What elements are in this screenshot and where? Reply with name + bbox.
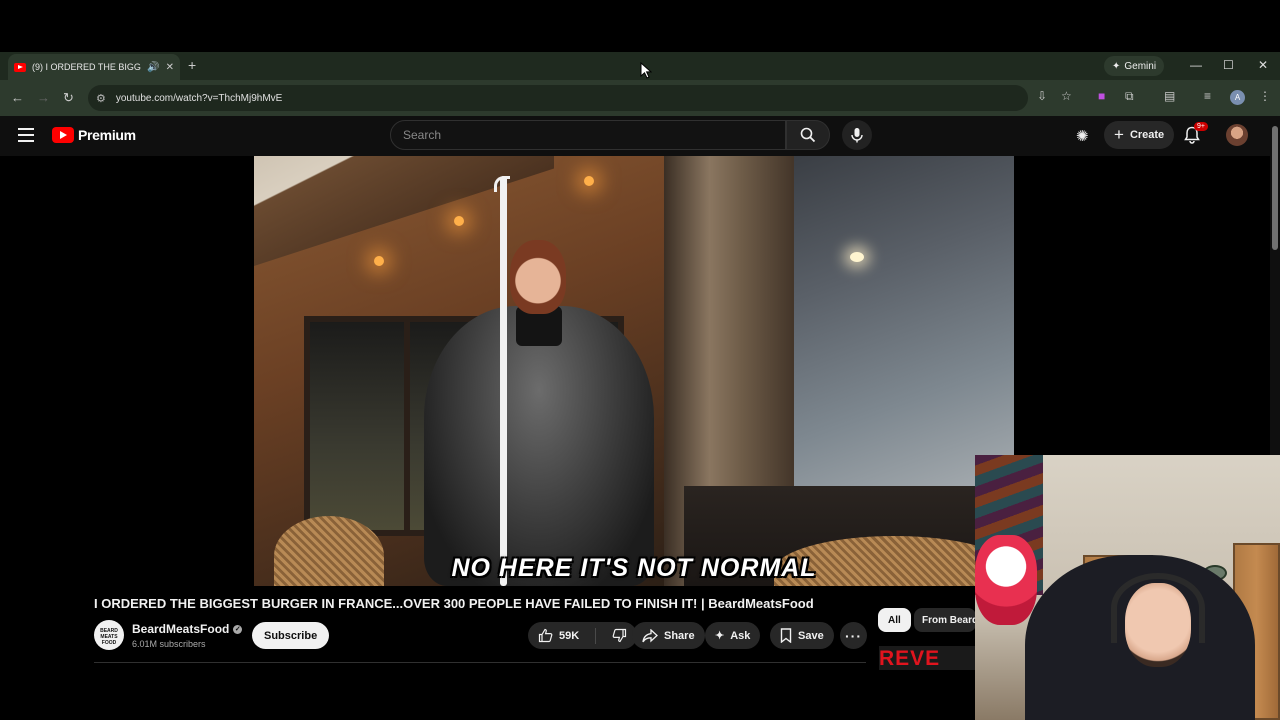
- channel-name[interactable]: BeardMeatsFood ✓: [132, 622, 243, 636]
- hamburger-menu-icon[interactable]: [18, 128, 34, 142]
- gemini-button[interactable]: ✦ Gemini: [1104, 56, 1165, 76]
- notifications-button[interactable]: 9+: [1184, 122, 1208, 144]
- browser-menu-icon[interactable]: ⋮: [1259, 89, 1271, 103]
- reload-icon[interactable]: ↻: [63, 90, 74, 106]
- browser-tab[interactable]: (9) I ORDERED THE BIGGEST 🔊 ✕: [8, 54, 180, 80]
- gemini-label: Gemini: [1124, 60, 1157, 72]
- bookmark-star-icon[interactable]: ☆: [1061, 89, 1072, 103]
- channel-name-text: BeardMeatsFood: [132, 622, 230, 636]
- subscribe-button[interactable]: Subscribe: [252, 622, 330, 649]
- back-arrow-icon[interactable]: ←: [11, 90, 24, 105]
- create-label: Create: [1129, 129, 1165, 141]
- tab-title: (9) I ORDERED THE BIGGEST: [32, 62, 141, 72]
- video-scene-cane: [500, 176, 507, 586]
- tab-close-icon[interactable]: ✕: [166, 62, 174, 73]
- recommended-video-thumbnail[interactable]: REVE: [879, 646, 976, 670]
- bookmark-icon: [780, 628, 792, 643]
- thumbs-down-icon: [612, 628, 627, 643]
- install-app-icon[interactable]: ⇩: [1037, 89, 1047, 103]
- youtube-premium-logo[interactable]: Premium: [52, 127, 136, 143]
- video-subtitle: NO HERE IT'S NOT NORMAL: [451, 554, 817, 582]
- save-button[interactable]: Save: [770, 622, 834, 649]
- video-scene-person-head: [510, 240, 566, 314]
- account-avatar[interactable]: [1226, 124, 1248, 146]
- video-scene-light: [374, 256, 384, 266]
- video-scene-light: [584, 176, 594, 186]
- like-button[interactable]: 59K: [528, 622, 589, 649]
- microphone-icon: [851, 128, 863, 143]
- more-actions-button[interactable]: ···: [840, 622, 867, 649]
- url-field[interactable]: ⚙ youtube.com/watch?v=ThchMj9hMvE: [88, 85, 1028, 111]
- save-label: Save: [798, 629, 824, 642]
- voice-search-button[interactable]: [842, 120, 872, 150]
- video-title: I ORDERED THE BIGGEST BURGER IN FRANCE..…: [94, 596, 814, 611]
- channel-avatar[interactable]: BEARD MEATS FOOD: [94, 620, 124, 650]
- browser-profile-avatar[interactable]: A: [1230, 90, 1245, 105]
- share-icon: [642, 628, 658, 642]
- verified-check-icon: ✓: [233, 624, 243, 634]
- search-box[interactable]: [390, 120, 786, 150]
- subscriber-count: 6.01M subscribers: [132, 639, 206, 649]
- site-info-icon[interactable]: ⚙: [96, 92, 106, 105]
- search-button[interactable]: [786, 120, 830, 150]
- plus-icon: +: [1114, 125, 1124, 144]
- chip-from-channel[interactable]: From Beard: [914, 608, 976, 632]
- like-count: 59K: [559, 629, 580, 642]
- minimize-icon[interactable]: —: [1190, 58, 1202, 72]
- search-input[interactable]: [403, 128, 785, 142]
- ask-button[interactable]: ✦ Ask: [705, 622, 761, 649]
- create-button[interactable]: + Create: [1104, 121, 1175, 149]
- description-divider: [94, 662, 866, 663]
- side-panel-icon[interactable]: ▤: [1164, 89, 1175, 103]
- forward-arrow-icon[interactable]: →: [37, 90, 50, 105]
- video-scene-lamp: [850, 252, 864, 262]
- chip-all[interactable]: All: [878, 608, 911, 632]
- url-text: youtube.com/watch?v=ThchMj9hMvE: [115, 92, 283, 104]
- share-button[interactable]: Share: [632, 622, 705, 649]
- video-scene-glass: [794, 156, 1014, 486]
- youtube-favicon-icon: [14, 62, 26, 72]
- mouse-cursor-icon: [640, 62, 652, 79]
- new-tab-button[interactable]: +: [188, 57, 196, 73]
- video-scene-window-bar: [404, 316, 410, 536]
- youtube-header: Premium ✺ + Create 9+: [0, 116, 1280, 156]
- extensions-puzzle-icon[interactable]: ⧉: [1125, 89, 1134, 104]
- share-label: Share: [664, 629, 695, 642]
- ask-sparkle-icon: ✦: [715, 630, 725, 642]
- video-scene-person: [424, 306, 654, 586]
- media-controls-icon[interactable]: ≡: [1204, 89, 1211, 103]
- extension-icon[interactable]: ■: [1098, 89, 1105, 103]
- gemini-sparkle-icon: ✦: [1112, 60, 1121, 72]
- ask-label: Ask: [730, 629, 751, 642]
- logo-text: Premium: [78, 127, 136, 143]
- maximize-icon[interactable]: ☐: [1223, 58, 1234, 72]
- webcam-plush-toy: [975, 535, 1037, 625]
- thumbs-up-icon: [538, 628, 553, 643]
- like-divider: [595, 627, 597, 644]
- video-player[interactable]: NO HERE IT'S NOT NORMAL: [254, 156, 1014, 586]
- search-icon: [800, 127, 816, 143]
- page-scrollbar-thumb[interactable]: [1272, 126, 1278, 250]
- thumbnail-text: REVE: [879, 647, 941, 670]
- address-bar-row: ← → ↻ ⚙ youtube.com/watch?v=ThchMj9hMvE …: [0, 80, 1280, 116]
- webcam-overlay: [975, 455, 1280, 720]
- like-dislike-group: 59K: [528, 622, 638, 649]
- ask-sparkle-icon[interactable]: ✺: [1076, 127, 1089, 145]
- window-close-icon[interactable]: ✕: [1258, 58, 1268, 72]
- notification-badge: 9+: [1194, 122, 1208, 131]
- youtube-logo-icon: [52, 127, 74, 143]
- speaker-icon[interactable]: 🔊: [147, 62, 159, 73]
- headset-icon: [1111, 573, 1205, 643]
- top-black-bar: [0, 0, 1280, 52]
- video-scene-light: [454, 216, 464, 226]
